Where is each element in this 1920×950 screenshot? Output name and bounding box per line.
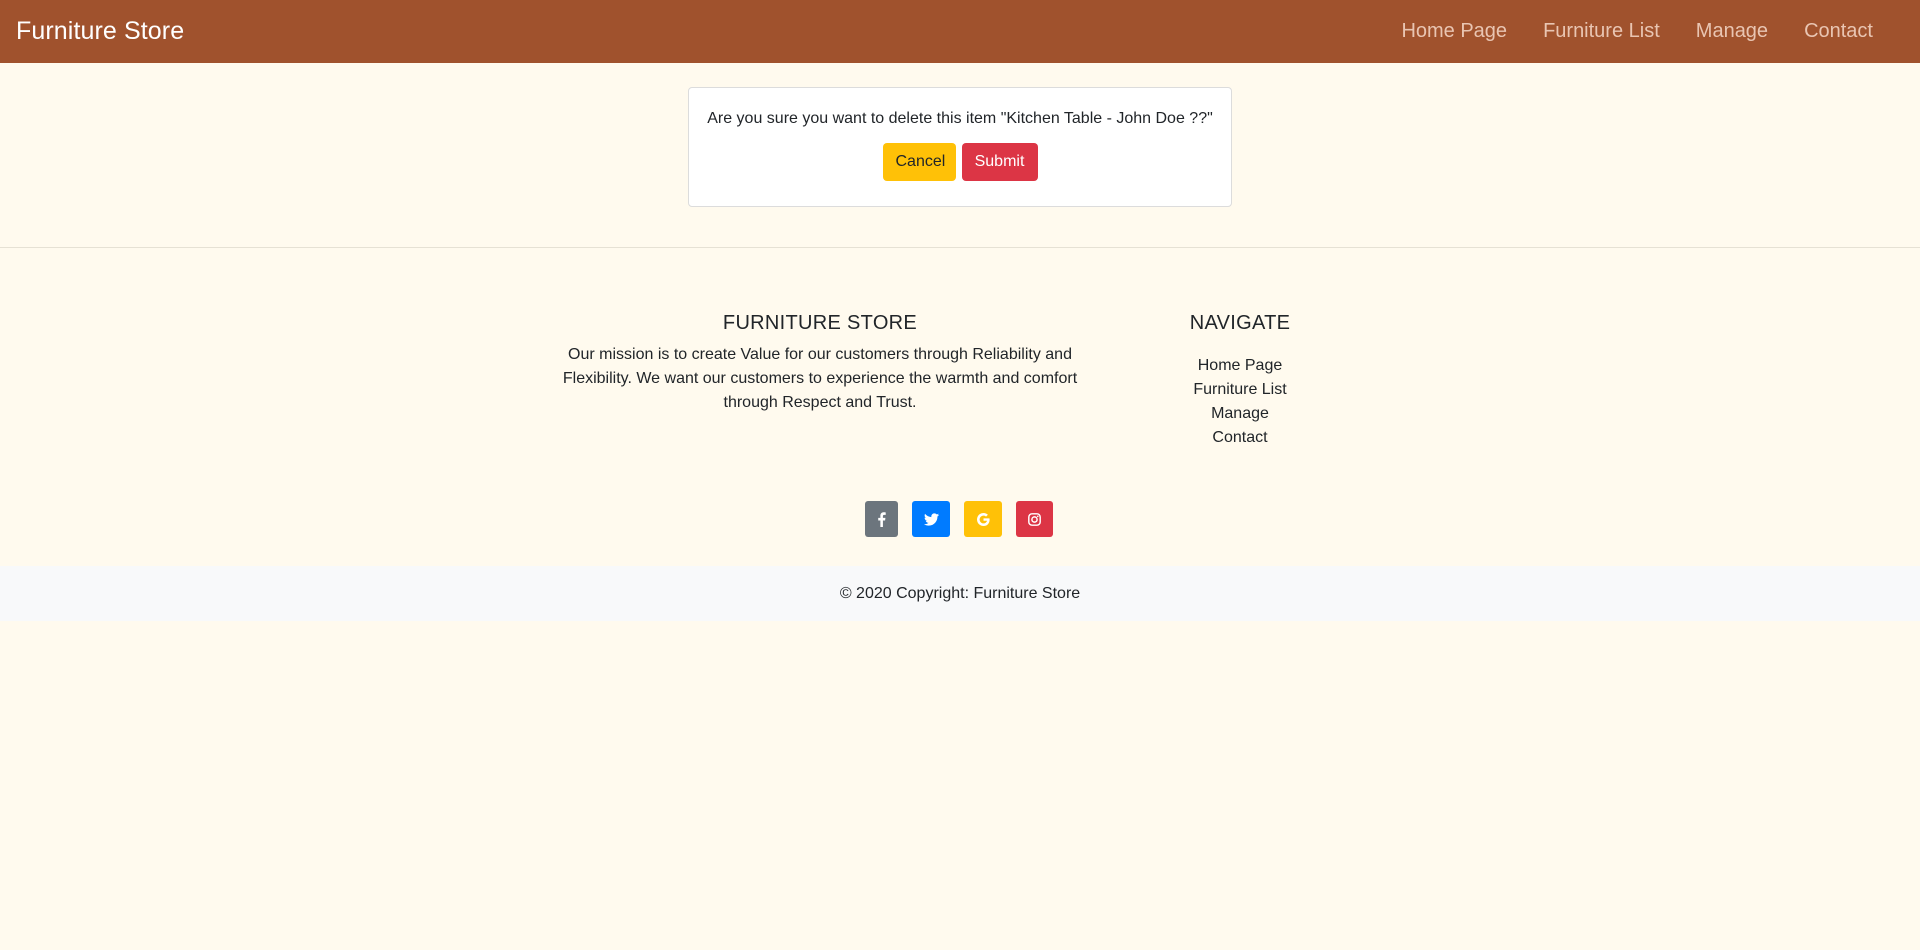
footer-navigate-heading: NAVIGATE	[1189, 312, 1291, 334]
footer-mission-text: Our mission is to create Value for our c…	[562, 346, 1078, 411]
nav-link-contact[interactable]: Contact	[1804, 20, 1873, 43]
social-links	[865, 501, 1053, 537]
delete-confirm-card: Are you sure you want to delete this ite…	[688, 87, 1232, 207]
submit-button[interactable]: Submit	[961, 143, 1038, 181]
google-icon	[976, 512, 990, 526]
footer-about-heading: FURNITURE STORE	[722, 312, 918, 334]
top-navbar: Furniture Store Home Page Furniture List…	[0, 0, 1920, 63]
google-button[interactable]	[964, 501, 1002, 537]
copyright-bar: © 2020 Copyright: Furniture Store	[0, 566, 1920, 621]
delete-confirm-message: Are you sure you want to delete this ite…	[707, 110, 1213, 127]
footer-link-home-page[interactable]: Home Page	[1140, 354, 1340, 378]
footer-nav-list: Home Page Furniture List Manage Contact	[1140, 354, 1340, 450]
twitter-button[interactable]	[912, 501, 950, 537]
twitter-icon	[923, 512, 939, 526]
footer-divider	[0, 247, 1920, 248]
footer-about-section: FURNITURE STORE Our mission is to create…	[555, 312, 1085, 415]
nav-link-manage[interactable]: Manage	[1696, 20, 1768, 43]
footer-navigate-section: NAVIGATE Home Page Furniture List Manage…	[1140, 312, 1340, 450]
facebook-button[interactable]	[865, 501, 898, 537]
nav-link-furniture-list[interactable]: Furniture List	[1543, 20, 1660, 43]
footer-link-contact[interactable]: Contact	[1140, 426, 1340, 450]
cancel-button[interactable]: Cancel	[882, 143, 956, 181]
nav-link-home-page[interactable]: Home Page	[1401, 20, 1507, 43]
copyright-text: © 2020 Copyright: Furniture Store	[839, 584, 1081, 602]
facebook-icon	[878, 511, 886, 527]
instagram-button[interactable]	[1016, 501, 1053, 537]
brand-link[interactable]: Furniture Store	[16, 17, 184, 46]
nav-links: Home Page Furniture List Manage Contact	[1365, 20, 1873, 43]
confirm-button-row: Cancel Submit	[689, 143, 1231, 181]
footer-link-furniture-list[interactable]: Furniture List	[1140, 378, 1340, 402]
footer-link-manage[interactable]: Manage	[1140, 402, 1340, 426]
instagram-icon	[1028, 512, 1041, 526]
